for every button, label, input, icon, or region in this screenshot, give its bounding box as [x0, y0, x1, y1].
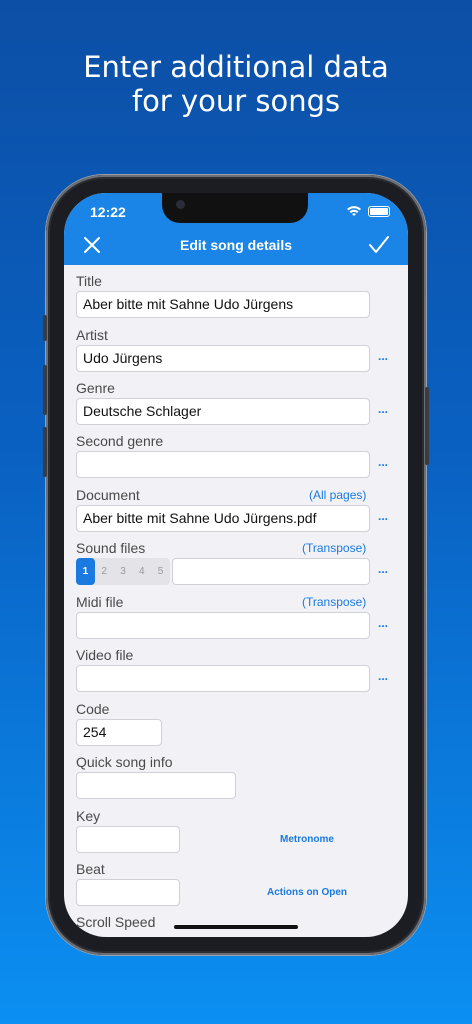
sound-slot-5[interactable]: 5 — [151, 558, 170, 585]
second-genre-more-button[interactable]: ... — [378, 455, 388, 469]
phone-frame: 12:22 Edit song details Title Aber bitte… — [43, 175, 429, 955]
metronome-button[interactable]: Metronome — [280, 834, 334, 845]
beat-input[interactable] — [76, 879, 180, 906]
document-label: Document — [76, 487, 140, 503]
sound-slot-1[interactable]: 1 — [76, 558, 95, 585]
sound-transpose-link[interactable]: (Transpose) — [302, 541, 366, 555]
battery-icon — [368, 205, 390, 217]
notch — [162, 193, 308, 223]
wifi-icon — [347, 206, 361, 216]
page-title: Edit song details — [179, 237, 292, 253]
code-input[interactable]: 254 — [76, 719, 162, 746]
home-indicator — [174, 925, 298, 929]
artist-input[interactable]: Udo Jürgens — [76, 345, 370, 372]
midi-transpose-link[interactable]: (Transpose) — [302, 595, 366, 609]
headline-line-2: for your songs — [131, 84, 341, 118]
sound-slot-2[interactable]: 2 — [95, 558, 114, 585]
sound-slot-4[interactable]: 4 — [132, 558, 151, 585]
app-screen: 12:22 Edit song details Title Aber bitte… — [64, 193, 408, 937]
title-input[interactable]: Aber bitte mit Sahne Udo Jürgens — [76, 291, 370, 318]
video-file-label: Video file — [76, 647, 134, 663]
sound-file-more-button[interactable]: ... — [378, 562, 388, 576]
document-more-button[interactable]: ... — [378, 509, 388, 523]
power-button — [425, 387, 429, 465]
second-genre-input[interactable] — [76, 451, 370, 478]
genre-more-button[interactable]: ... — [378, 402, 388, 416]
video-file-input[interactable] — [76, 665, 370, 692]
midi-file-input[interactable] — [76, 612, 370, 639]
scroll-speed-label: Scroll Speed — [76, 914, 156, 930]
document-input[interactable]: Aber bitte mit Sahne Udo Jürgens.pdf — [76, 505, 370, 532]
quick-info-label: Quick song info — [76, 754, 173, 770]
quick-info-input[interactable] — [76, 772, 236, 799]
headline-line-1: Enter additional data — [83, 50, 389, 84]
title-label: Title — [76, 273, 102, 289]
volume-down-button — [43, 427, 47, 477]
song-details-form: Title Aber bitte mit Sahne Udo Jürgens A… — [64, 265, 408, 937]
key-input[interactable] — [76, 826, 180, 853]
navigation-bar: 12:22 Edit song details — [64, 193, 408, 265]
midi-file-label: Midi file — [76, 594, 124, 610]
beat-label: Beat — [76, 861, 105, 877]
sound-slot-3[interactable]: 3 — [114, 558, 133, 585]
camera-icon — [176, 200, 185, 209]
sound-file-input[interactable] — [172, 558, 370, 585]
sound-files-label: Sound files — [76, 540, 146, 556]
video-file-more-button[interactable]: ... — [378, 669, 388, 683]
checkmark-icon[interactable] — [368, 235, 390, 255]
second-genre-label: Second genre — [76, 433, 164, 449]
genre-label: Genre — [76, 380, 115, 396]
volume-up-button — [43, 365, 47, 415]
headline: Enter additional data for your songs — [0, 50, 472, 118]
midi-file-more-button[interactable]: ... — [378, 616, 388, 630]
artist-label: Artist — [76, 327, 108, 343]
status-time: 12:22 — [90, 204, 126, 220]
key-label: Key — [76, 808, 101, 824]
genre-input[interactable]: Deutsche Schlager — [76, 398, 370, 425]
sound-slot-selector: 1 2 3 4 5 — [76, 558, 170, 585]
code-label: Code — [76, 701, 110, 717]
all-pages-link[interactable]: (All pages) — [309, 488, 366, 502]
status-icons — [346, 205, 390, 217]
artist-more-button[interactable]: ... — [378, 349, 388, 363]
actions-on-open-button[interactable]: Actions on Open — [267, 887, 347, 898]
mute-switch — [43, 315, 47, 341]
